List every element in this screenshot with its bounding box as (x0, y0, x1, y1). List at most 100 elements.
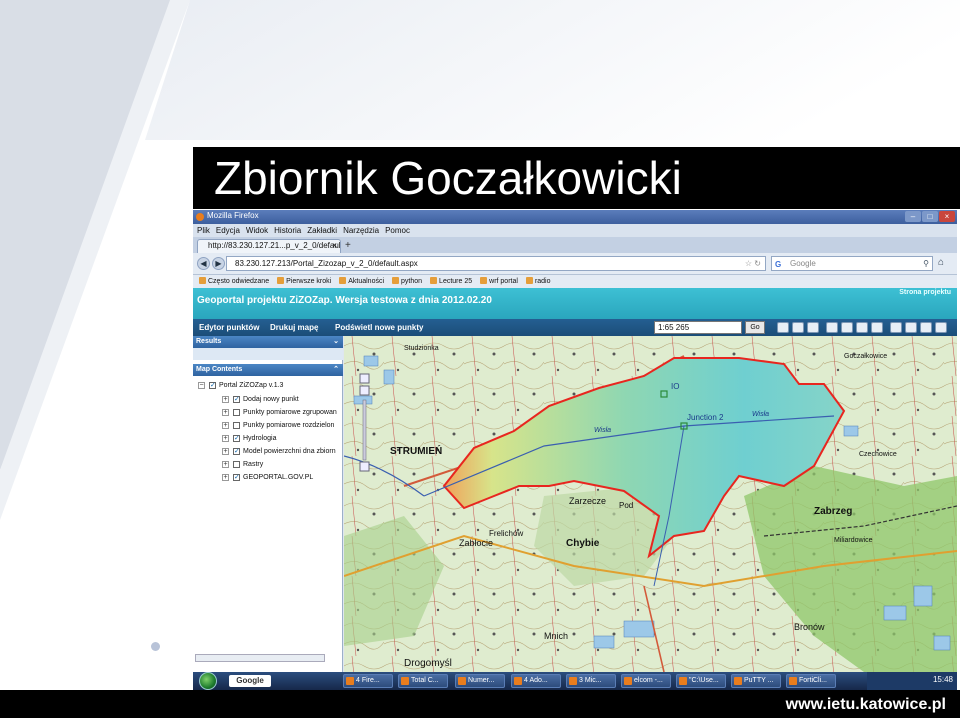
bookmark-item[interactable]: Pierwsze kroki (277, 275, 331, 288)
print-icon[interactable] (890, 322, 902, 333)
layer-checkbox[interactable] (233, 422, 240, 429)
map-label-drogomysl: Drogomyśl (404, 658, 452, 669)
layer-checkbox[interactable]: ✓ (233, 396, 240, 403)
layer-checkbox[interactable] (233, 461, 240, 468)
expand-icon[interactable]: + (222, 409, 229, 416)
measure-icon[interactable] (871, 322, 883, 333)
maximize-button[interactable]: □ (922, 211, 938, 222)
taskbar-item[interactable]: elcom -... (621, 674, 671, 688)
firefox-icon (196, 213, 204, 221)
bookmark-star-icon[interactable]: ☆ ↻ (745, 257, 761, 270)
bookmark-item[interactable]: radio (525, 275, 551, 288)
map-label-studzionka: Studzionka (404, 345, 439, 352)
taskbar-item[interactable]: Total C... (398, 674, 448, 688)
go-button[interactable]: Go (745, 321, 765, 334)
layer-checkbox[interactable]: ✓ (233, 448, 240, 455)
collapse-icon[interactable]: − (198, 382, 205, 389)
map-label-pod: Pod (619, 501, 633, 510)
address-bar[interactable]: 83.230.127.213/Portal_Zizozap_v_2_0/defa… (226, 256, 766, 271)
taskbar-item[interactable]: 4 Fire... (343, 674, 393, 688)
search-input[interactable]: G Google ⚲ (771, 256, 933, 271)
tree-item-label: Punkty pomiarowe rozdzielon (243, 422, 335, 429)
identify-icon[interactable] (905, 322, 917, 333)
map-label-zarzecze: Zarzecze (569, 496, 606, 506)
map-contents-panel-header[interactable]: Map Contents ⌃ (193, 364, 343, 376)
zoom-in-icon[interactable] (777, 322, 789, 333)
bookmarks-toolbar: Często odwiedzane Pierwsze kroki Aktualn… (193, 275, 957, 288)
menu-item-edycja[interactable]: Edycja (216, 224, 240, 237)
horizontal-scrollbar[interactable] (195, 654, 325, 662)
expand-icon[interactable]: + (222, 422, 229, 429)
project-page-link[interactable]: Strona projektu (899, 289, 951, 296)
close-button[interactable]: × (939, 211, 955, 222)
portal-title: Geoportal projektu ZiZOZap. Wersja testo… (197, 295, 492, 306)
map-contents-label: Map Contents (196, 366, 243, 373)
map-view[interactable]: STRUMIEŃ Junction 2 IO Wisła Wisła Zarze… (344, 336, 957, 672)
taskbar-item[interactable]: "C:\Use... (676, 674, 726, 688)
zoom-out-icon[interactable] (792, 322, 804, 333)
tree-item-label: GEOPORTAL.GOV.PL (243, 474, 314, 481)
bookmark-item[interactable]: Aktualności (339, 275, 384, 288)
menu-item-plik[interactable]: Plik (197, 224, 210, 237)
chevron-down-icon[interactable]: ⌄ (333, 336, 339, 348)
tree-item-label: Dodaj nowy punkt (243, 396, 299, 403)
minimize-button[interactable]: – (905, 211, 921, 222)
print-map-link[interactable]: Drukuj mapę (270, 323, 318, 332)
taskbar-item[interactable]: 4 Ado... (511, 674, 561, 688)
menu-bar: Plik Edycja Widok Historia Zakładki Narz… (193, 224, 957, 237)
google-icon: G (775, 260, 782, 269)
expand-icon[interactable]: + (222, 435, 229, 442)
highlight-points-link[interactable]: Podświetl nowe punkty (335, 323, 423, 332)
portal-toolbar: Edytor punktów Drukuj mapę Podświetl now… (193, 319, 957, 336)
menu-item-zakladki[interactable]: Zakładki (307, 224, 337, 237)
chevron-up-icon[interactable]: ⌃ (333, 364, 339, 376)
point-editor-link[interactable]: Edytor punktów (199, 323, 259, 332)
map-canvas[interactable]: STRUMIEŃ Junction 2 IO Wisła Wisła Zarze… (344, 336, 957, 672)
next-extent-icon[interactable] (856, 322, 868, 333)
forward-icon[interactable]: ▶ (212, 257, 225, 270)
map-label-wisla: Wisła (752, 411, 769, 418)
layer-checkbox[interactable]: ✓ (233, 435, 240, 442)
expand-icon[interactable]: + (222, 396, 229, 403)
menu-item-widok[interactable]: Widok (246, 224, 268, 237)
bookmark-item[interactable]: python (392, 275, 422, 288)
pan-hand-icon[interactable] (807, 322, 819, 333)
map-label-strumien: STRUMIEŃ (390, 444, 442, 457)
layer-checkbox[interactable]: ✓ (209, 382, 216, 389)
back-icon[interactable]: ◀ (197, 257, 210, 270)
start-button[interactable] (199, 672, 217, 690)
bookmark-item[interactable]: wrf portal (480, 275, 518, 288)
layer-checkbox[interactable]: ✓ (233, 474, 240, 481)
slide-title: Zbiornik Goczałkowicki (214, 152, 682, 204)
previous-extent-icon[interactable] (841, 322, 853, 333)
tree-item-label: Rastry (243, 461, 264, 468)
browser-tab[interactable]: http://83.230.127.21...p_v_2_0/default.a… (197, 239, 341, 253)
expand-icon[interactable]: + (222, 461, 229, 468)
zoom-full-icon[interactable] (826, 322, 838, 333)
browser-title-bar: Mozilla Firefox – □ × (193, 210, 957, 224)
home-icon[interactable]: ⌂ (938, 257, 944, 268)
scale-input[interactable]: 1:65 265 (654, 321, 742, 334)
taskbar-item[interactable]: PuTTY ... (731, 674, 781, 688)
new-tab-icon[interactable]: + (345, 240, 351, 252)
menu-item-pomoc[interactable]: Pomoc (385, 224, 410, 237)
map-label-czechowice: Czechowice (859, 451, 897, 458)
results-panel-header[interactable]: Results ⌄ (193, 336, 343, 348)
bookmark-item[interactable]: Często odwiedzane (199, 275, 269, 288)
search-icon[interactable]: ⚲ (923, 257, 929, 270)
layers-icon[interactable] (920, 322, 932, 333)
google-toolbar[interactable]: Google (229, 675, 271, 687)
expand-icon[interactable]: + (222, 474, 229, 481)
toolbar-icon[interactable] (935, 322, 947, 333)
taskbar-item[interactable]: 3 Mic... (566, 674, 616, 688)
menu-item-historia[interactable]: Historia (274, 224, 301, 237)
taskbar-item[interactable]: Numer... (455, 674, 505, 688)
sidebar-panel: Results ⌄ Map Contents ⌃ − ✓ Portal ZiZO… (193, 336, 343, 672)
tree-item-label: Hydrologia (243, 435, 277, 442)
bookmark-item[interactable]: Lecture 25 (430, 275, 472, 288)
taskbar-item[interactable]: FortiCli... (786, 674, 836, 688)
expand-icon[interactable]: + (222, 448, 229, 455)
layer-checkbox[interactable] (233, 409, 240, 416)
close-tab-icon[interactable]: × (332, 240, 337, 252)
menu-item-narzedzia[interactable]: Narzędzia (343, 224, 379, 237)
